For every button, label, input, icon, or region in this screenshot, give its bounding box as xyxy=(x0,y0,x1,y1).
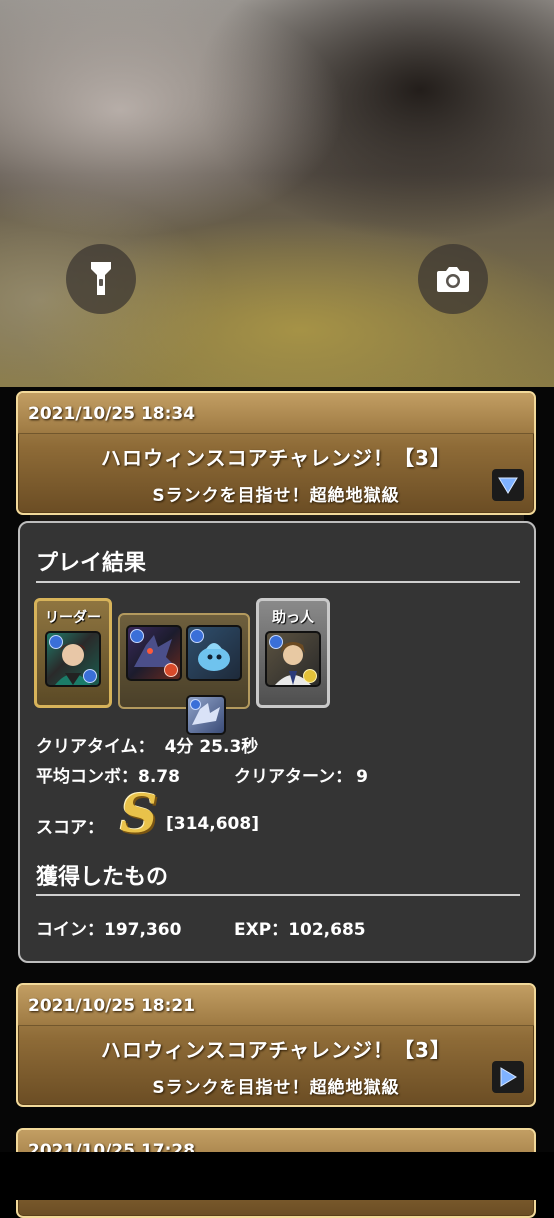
bottom-mask xyxy=(0,1152,554,1200)
play-result-panel: プレイ結果 リーダー 助っ人 クリアタイム： 4分 25.3秒 平均コンボ：8.… xyxy=(18,521,536,963)
leader-monster-icon[interactable] xyxy=(45,631,101,687)
collapse-button[interactable] xyxy=(492,469,524,501)
camera-preview xyxy=(0,0,554,387)
leader-slot: リーダー xyxy=(34,598,112,708)
card-title: ハロウィンスコアチャレンジ！【3】 xyxy=(101,1038,451,1062)
coin-row: コイン：197,360 xyxy=(36,915,181,940)
result-divider xyxy=(36,581,520,583)
score-rank: S xyxy=(120,784,158,845)
clear-time-value: 4分 25.3秒 xyxy=(164,737,259,757)
rewards-divider xyxy=(36,894,520,896)
exp-label: EXP： xyxy=(234,920,289,940)
awakening-badge-icon xyxy=(130,629,144,643)
coin-label: コイン： xyxy=(36,920,104,940)
avg-combo-row: 平均コンボ：8.78 xyxy=(36,762,180,787)
awakening-badge-icon xyxy=(49,635,63,649)
assist-badge-icon xyxy=(83,669,97,683)
clear-time-row: クリアタイム： 4分 25.3秒 xyxy=(36,732,258,757)
exp-row: EXP：102,685 xyxy=(234,915,366,940)
sub-monster-1-icon[interactable] xyxy=(126,625,182,681)
awakening-badge-icon xyxy=(190,629,204,643)
fire-badge-icon xyxy=(164,663,178,677)
expand-button[interactable] xyxy=(492,1061,524,1093)
score-value: [314,608] xyxy=(166,814,259,834)
triangle-right-icon xyxy=(500,1067,517,1087)
helper-label: 助っ人 xyxy=(272,610,314,626)
stage-card-collapsed[interactable]: 2021/10/25 18:21 ハロウィンスコアチャレンジ！【3】 Sランクを… xyxy=(16,983,536,1107)
flashlight-icon xyxy=(91,262,111,295)
triangle-down-icon xyxy=(498,477,518,494)
score-label: スコア： xyxy=(36,818,104,838)
camera-icon xyxy=(437,267,469,292)
card-date: 2021/10/25 18:34 xyxy=(18,393,534,434)
assist-monster-icon[interactable] xyxy=(186,695,226,735)
helper-monster-icon[interactable] xyxy=(265,631,321,687)
card-subtitle: Sランクを目指せ！超絶地獄級 xyxy=(152,486,400,506)
helper-slot: 助っ人 xyxy=(256,598,330,708)
result-heading: プレイ結果 xyxy=(36,551,147,576)
awakening-badge-icon xyxy=(190,699,201,710)
awakening-badge-icon xyxy=(269,635,283,649)
flashlight-button[interactable] xyxy=(66,244,136,314)
card-subtitle: Sランクを目指せ！超絶地獄級 xyxy=(152,1078,400,1098)
stage-card-expanded[interactable]: 2021/10/25 18:34 ハロウィンスコアチャレンジ！【3】 Sランクを… xyxy=(16,391,536,515)
rewards-heading: 獲得したもの xyxy=(36,865,169,890)
card-title: ハロウィンスコアチャレンジ！【3】 xyxy=(101,446,451,470)
sub-slot xyxy=(118,613,250,735)
clear-turn-row: クリアターン： 9 xyxy=(234,762,368,787)
sub-monster-2-icon[interactable] xyxy=(186,625,242,681)
exp-value: 102,685 xyxy=(288,920,366,940)
clear-time-label: クリアタイム： xyxy=(36,737,155,757)
light-badge-icon xyxy=(303,669,317,683)
clear-turn-label: クリアターン： xyxy=(234,767,353,787)
clear-turn-value: 9 xyxy=(356,767,368,787)
camera-button[interactable] xyxy=(418,244,488,314)
coin-value: 197,360 xyxy=(104,920,182,940)
card-date: 2021/10/25 18:21 xyxy=(18,985,534,1026)
leader-label: リーダー xyxy=(45,610,101,626)
